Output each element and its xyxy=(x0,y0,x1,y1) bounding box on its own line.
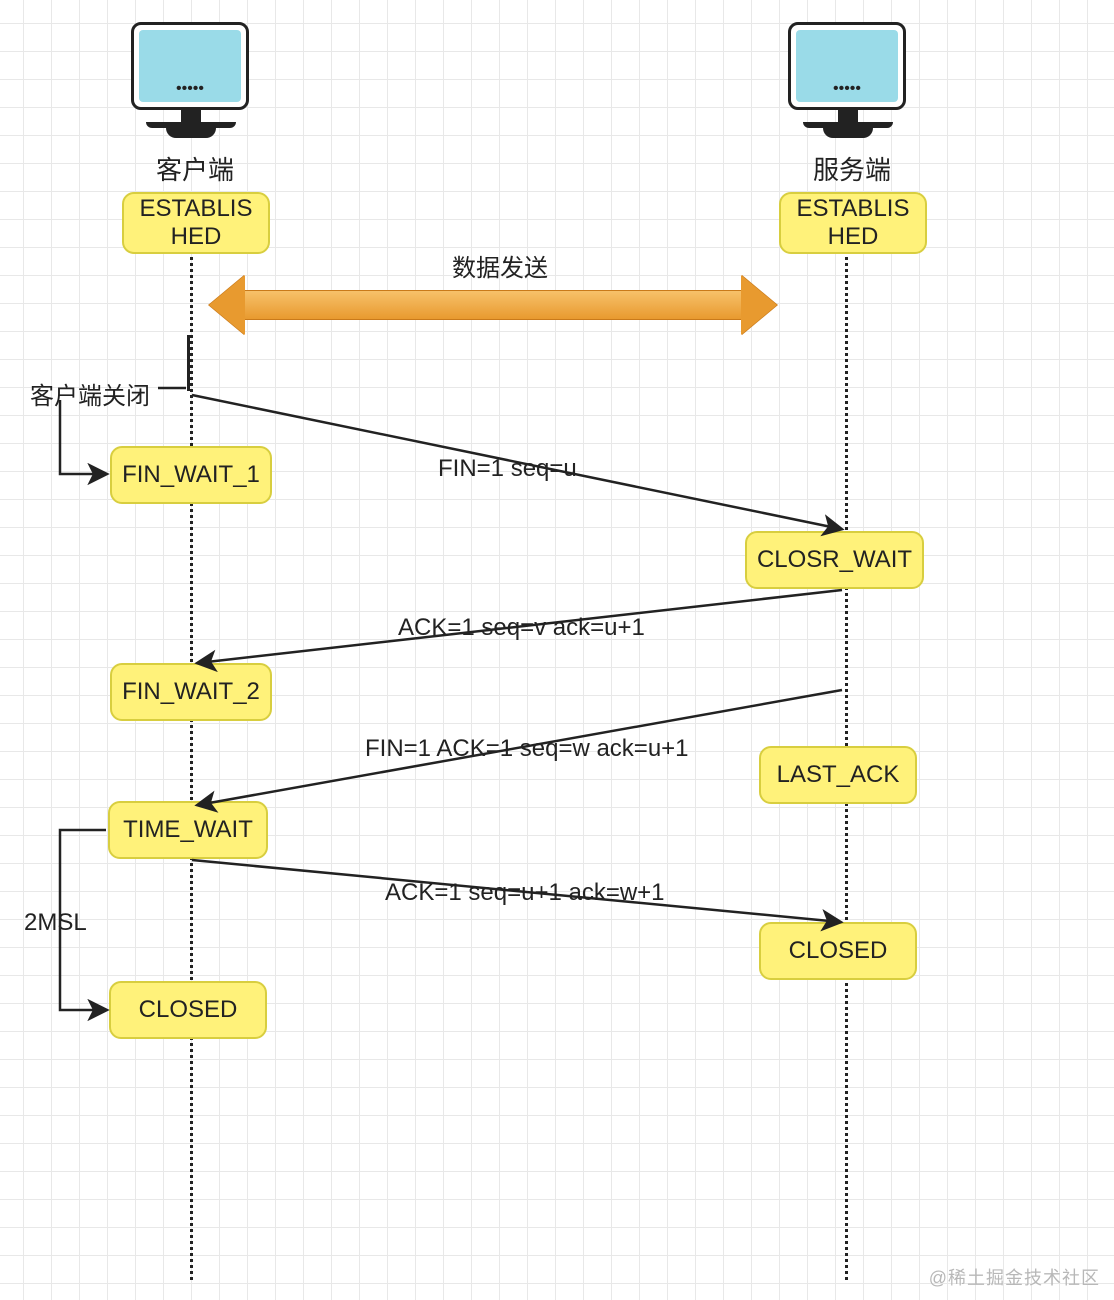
client-state-fin-wait-1: FIN_WAIT_1 xyxy=(110,446,272,504)
msg-fin2-label: FIN=1 ACK=1 seq=w ack=u+1 xyxy=(365,735,689,763)
client-computer-icon: ••••• xyxy=(131,22,251,138)
server-state-established: ESTABLIS HED xyxy=(779,192,927,254)
msg-ack2-label: ACK=1 seq=u+1 ack=w+1 xyxy=(385,879,665,907)
server-state-closed: CLOSED xyxy=(759,922,917,980)
client-close-label: 客户端关闭 xyxy=(30,376,150,411)
msg-fin1-label: FIN=1 seq=u xyxy=(438,455,577,483)
server-title: 服务端 xyxy=(813,150,891,187)
msg-ack1-label: ACK=1 seq=v ack=u+1 xyxy=(398,614,645,642)
wait-2msl-label: 2MSL xyxy=(24,909,87,937)
client-lifeline xyxy=(190,250,193,1280)
server-state-close-wait: CLOSR_WAIT xyxy=(745,531,924,589)
client-activation-bar xyxy=(187,335,190,391)
client-state-established: ESTABLIS HED xyxy=(122,192,270,254)
client-title: 客户端 xyxy=(156,150,234,187)
watermark: @稀土掘金技术社区 xyxy=(929,1264,1100,1290)
client-state-time-wait: TIME_WAIT xyxy=(108,801,268,859)
server-state-last-ack: LAST_ACK xyxy=(759,746,917,804)
client-state-closed: CLOSED xyxy=(109,981,267,1039)
sequence-diagram: ••••• 客户端 ••••• 服务端 ESTABLIS HED ESTABLI… xyxy=(0,0,1114,1300)
server-computer-icon: ••••• xyxy=(788,22,908,138)
bidirectional-arrow xyxy=(209,275,777,335)
client-state-fin-wait-2: FIN_WAIT_2 xyxy=(110,663,272,721)
